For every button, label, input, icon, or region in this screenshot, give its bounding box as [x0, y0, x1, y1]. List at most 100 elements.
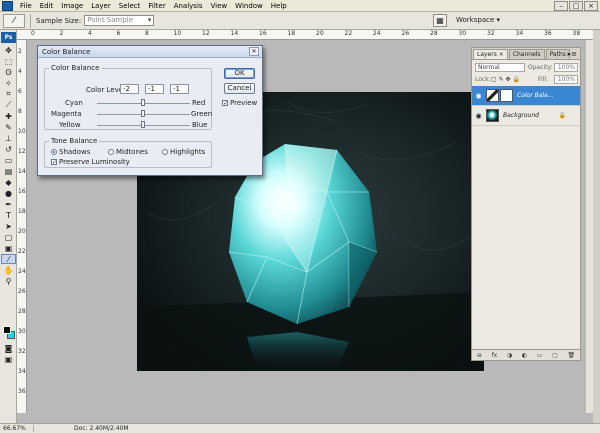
menu-image[interactable]: Image [57, 2, 87, 10]
group-icon[interactable]: ▭ [537, 352, 543, 359]
visibility-eye-icon[interactable]: ◉ [473, 112, 484, 120]
ruler-tick-label: 28 [18, 308, 26, 315]
color-balance-dialog: Color Balance ✕ Color Balance Color Leve… [37, 45, 263, 176]
preview-checkbox[interactable]: ✓ Preview [222, 99, 257, 107]
tab-layers[interactable]: Layers × [473, 49, 508, 59]
menu-filter[interactable]: Filter [144, 2, 169, 10]
quick-mask-icon[interactable]: ◙ [1, 343, 16, 353]
adjustment-layer-icon[interactable]: ◐ [522, 352, 527, 359]
blur-tool-icon[interactable]: ◆ [1, 177, 16, 187]
path-selection-icon[interactable]: ➤ [1, 221, 16, 231]
color-level-yellow-blue[interactable]: -1 [170, 84, 189, 94]
brush-tool-icon[interactable]: ✎ [1, 122, 16, 132]
slider-thumb-magenta-green[interactable] [141, 110, 146, 117]
status-bar: 66.67% Doc: 2.40M/2.40M [0, 423, 600, 433]
visibility-eye-icon[interactable]: ◉ [473, 92, 484, 100]
palette-well-button[interactable]: ▦ [433, 14, 447, 27]
slice-tool-icon[interactable]: ⟋ [1, 100, 16, 110]
ruler-tick-label: 2 [18, 48, 22, 55]
layer-style-icon[interactable]: fx [492, 352, 498, 359]
ruler-tick-label: 16 [18, 188, 26, 195]
layer-row-background[interactable]: ◉ Background 🔒 [472, 106, 580, 126]
ruler-tick-label: 2 [59, 30, 64, 37]
layer-row-color-balance[interactable]: ◉ Color Bala... [472, 86, 580, 106]
menu-edit[interactable]: Edit [36, 2, 58, 10]
checkbox-label: Preserve Luminosity [59, 158, 130, 166]
lasso-tool-icon[interactable]: ʘ [1, 67, 16, 77]
zoom-level[interactable]: 66.67% [0, 425, 34, 432]
tab-paths[interactable]: Paths [545, 49, 570, 59]
close-window-button[interactable]: × [584, 1, 598, 11]
magic-wand-tool-icon[interactable]: ✧ [1, 78, 16, 88]
eraser-tool-icon[interactable]: ▭ [1, 155, 16, 165]
radio-highlights[interactable]: Highlights [162, 148, 205, 156]
cancel-button[interactable]: Cancel [224, 83, 255, 94]
tone-balance-group: Tone Balance Shadows Midtones Highlights… [44, 137, 212, 168]
screen-mode-icon[interactable]: ▣ [1, 354, 16, 364]
dialog-close-button[interactable]: ✕ [249, 47, 259, 56]
gradient-tool-icon[interactable]: ▤ [1, 166, 16, 176]
slider-label-cyan: Cyan [65, 99, 83, 107]
lock-icons[interactable]: ▢ ✎ ✥ 🔒 [491, 76, 520, 83]
new-layer-icon[interactable]: ▢ [552, 352, 558, 359]
color-level-magenta-green[interactable]: -1 [145, 84, 164, 94]
history-brush-icon[interactable]: ↺ [1, 144, 16, 154]
ruler-tick-label: 26 [401, 30, 410, 37]
preserve-luminosity-checkbox[interactable]: ✓ Preserve Luminosity [51, 158, 130, 166]
minimize-button[interactable]: – [554, 1, 568, 11]
vertical-scrollbar[interactable] [585, 40, 593, 413]
workspace-button[interactable]: Workspace ▾ [453, 15, 503, 25]
pen-tool-icon[interactable]: ✒ [1, 199, 16, 209]
menu-file[interactable]: File [16, 2, 36, 10]
foreground-color-swatch[interactable] [3, 326, 11, 334]
dodge-tool-icon[interactable]: ● [1, 188, 16, 198]
crop-tool-icon[interactable]: ⌗ [1, 89, 16, 99]
blend-mode-select[interactable]: Normal [475, 63, 525, 72]
ruler-tick-label: 34 [18, 368, 26, 375]
menu-layer[interactable]: Layer [87, 2, 115, 10]
ok-button[interactable]: OK [224, 68, 255, 79]
layer-mask-icon[interactable]: ◑ [507, 352, 512, 359]
document-size: Doc: 2.40M/2.40M [74, 425, 129, 432]
link-layers-icon[interactable]: ⊖ [477, 352, 482, 359]
notes-tool-icon[interactable]: ▣ [1, 243, 16, 253]
opacity-field[interactable]: 100% [554, 63, 578, 72]
slider-label-red: Red [192, 99, 206, 107]
color-balance-legend: Color Balance [49, 64, 102, 72]
tab-channels[interactable]: Channels [508, 49, 545, 59]
move-tool-icon[interactable]: ✥ [1, 45, 16, 55]
radio-shadows[interactable]: Shadows [51, 148, 90, 156]
ruler-tick-label: 16 [259, 30, 267, 37]
fill-field[interactable]: 100% [554, 75, 578, 84]
zoom-tool-icon[interactable]: ⚲ [1, 276, 16, 286]
slider-thumb-cyan-red[interactable] [140, 99, 145, 106]
healing-brush-icon[interactable]: ✚ [1, 111, 16, 121]
layer-mask-thumbnail [500, 89, 513, 102]
color-level-cyan-red[interactable]: -2 [120, 84, 139, 94]
slider-label-blue: Blue [192, 121, 208, 129]
maximize-button[interactable]: □ [569, 1, 583, 11]
checkmark-icon: ✓ [222, 100, 229, 107]
sample-size-select[interactable]: Point Sample [84, 15, 155, 26]
delete-layer-icon[interactable]: 🗑 [568, 352, 576, 359]
color-balance-group: Color Balance Color Levels: -2 -1 -1 Cya… [44, 64, 212, 130]
clone-stamp-icon[interactable]: ⊥ [1, 133, 16, 143]
menu-help[interactable]: Help [267, 2, 291, 10]
hand-tool-icon[interactable]: ✋ [1, 265, 16, 275]
palette-well-icon: ▦ [436, 16, 444, 25]
menu-analysis[interactable]: Analysis [170, 2, 207, 10]
menu-window[interactable]: Window [231, 2, 267, 10]
radio-midtones[interactable]: Midtones [108, 148, 148, 156]
marquee-tool-icon[interactable]: ⬚ [1, 56, 16, 66]
adjustment-layer-icon [486, 89, 499, 102]
panel-menu-icon[interactable]: ▸≡ [568, 50, 577, 58]
type-tool-icon[interactable]: T [1, 210, 16, 220]
menu-select[interactable]: Select [115, 2, 145, 10]
menu-view[interactable]: View [207, 2, 232, 10]
shape-tool-icon[interactable]: ▢ [1, 232, 16, 242]
ruler-tick-label: 36 [544, 30, 552, 37]
slider-thumb-yellow-blue[interactable] [141, 121, 146, 128]
eyedropper-tool-icon[interactable]: ⁄ [1, 254, 16, 264]
tool-preset-picker[interactable]: ⁄ [3, 13, 25, 28]
ruler-tick-label: 34 [515, 30, 524, 37]
